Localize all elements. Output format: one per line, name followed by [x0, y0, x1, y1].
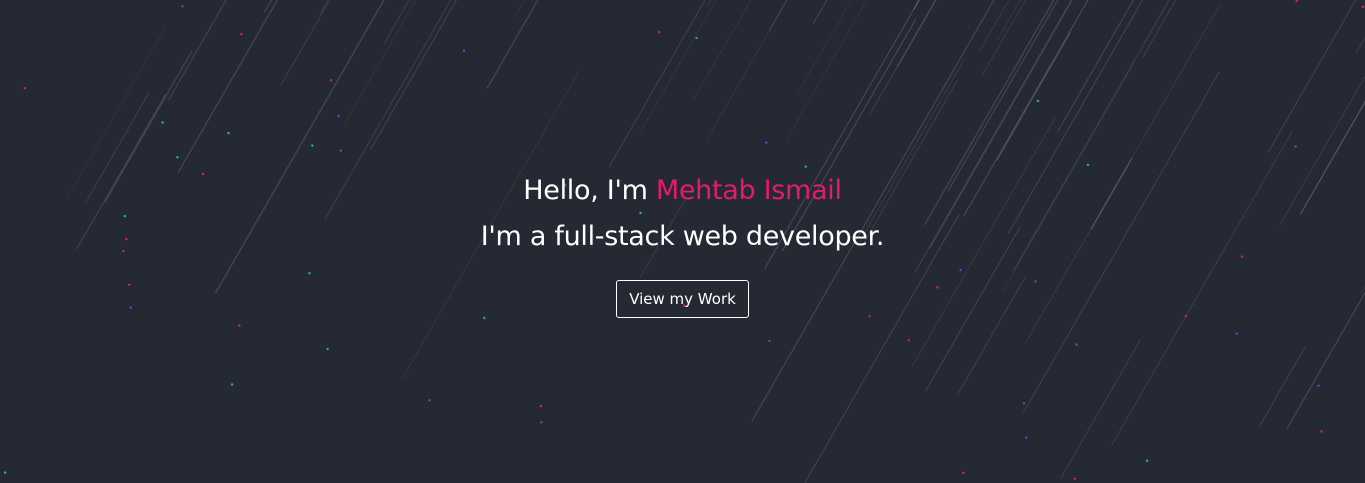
background-streak	[280, 0, 331, 86]
background-streak	[996, 32, 1071, 161]
background-streak	[1142, 0, 1177, 58]
background-particle	[238, 324, 241, 327]
background-particle	[311, 144, 314, 147]
background-particle	[227, 131, 230, 135]
background-particle	[1320, 430, 1323, 433]
background-particle	[907, 339, 910, 342]
background-particle	[23, 87, 26, 90]
background-streak	[370, 0, 457, 150]
background-particle	[1145, 459, 1149, 462]
hero-section: Hello, I'm Mehtab Ismail I'm a full-stac…	[0, 0, 1365, 483]
hero-content: Hello, I'm Mehtab Ismail I'm a full-stac…	[0, 168, 1365, 318]
background-particle	[1025, 436, 1028, 439]
background-streak	[768, 0, 788, 31]
background-particle	[765, 141, 768, 144]
background-streak	[638, 0, 717, 135]
background-particle	[768, 339, 771, 343]
background-particle	[230, 383, 234, 386]
background-streak	[812, 0, 828, 25]
background-particle	[695, 36, 698, 40]
background-streak	[1060, 338, 1142, 479]
background-particle	[1295, 0, 1298, 3]
background-particle	[161, 121, 164, 124]
background-particle	[240, 32, 243, 36]
background-particle	[337, 115, 340, 118]
background-streak	[947, 0, 1059, 192]
background-streak	[167, 0, 227, 101]
hero-name: Mehtab Ismail	[655, 175, 842, 206]
background-particle	[1086, 163, 1090, 166]
background-streak	[707, 0, 788, 139]
background-streak	[486, 0, 539, 89]
background-particle	[1317, 384, 1320, 387]
background-streak	[913, 0, 920, 10]
background-particle	[1294, 145, 1297, 148]
background-streak	[897, 0, 937, 68]
background-streak	[1259, 345, 1307, 426]
background-particle	[539, 405, 543, 408]
background-streak	[1267, 0, 1357, 153]
background-particle	[462, 49, 466, 52]
background-particle	[329, 79, 333, 82]
background-particle	[540, 421, 543, 424]
background-particle	[1235, 332, 1238, 335]
background-particle	[658, 30, 661, 34]
hero-greeting-line: Hello, I'm Mehtab Ismail	[0, 168, 1365, 214]
background-streak	[1057, 0, 1134, 133]
background-particle	[962, 471, 965, 475]
view-work-button[interactable]: View my Work	[616, 280, 749, 318]
background-particle	[326, 347, 329, 351]
background-streak	[1355, 37, 1365, 54]
background-particle	[176, 156, 179, 159]
background-particle	[1036, 99, 1040, 103]
background-particle	[1361, 5, 1365, 8]
background-particle	[339, 149, 342, 152]
background-particle	[1075, 343, 1078, 346]
background-particle	[181, 5, 184, 8]
background-particle	[1073, 477, 1077, 480]
background-streak	[797, 0, 852, 94]
background-streak	[868, 0, 937, 116]
background-streak	[996, 0, 1021, 42]
hero-tagline: I'm a full-stack web developer.	[480, 221, 885, 252]
background-particle	[428, 399, 431, 402]
background-streak	[178, 0, 278, 173]
background-streak	[692, 0, 752, 101]
background-streak	[319, 0, 329, 15]
greeting-text: Hello, I'm	[523, 175, 656, 206]
background-particle	[1022, 402, 1026, 405]
background-particle	[3, 471, 7, 474]
background-streak	[786, 0, 868, 140]
